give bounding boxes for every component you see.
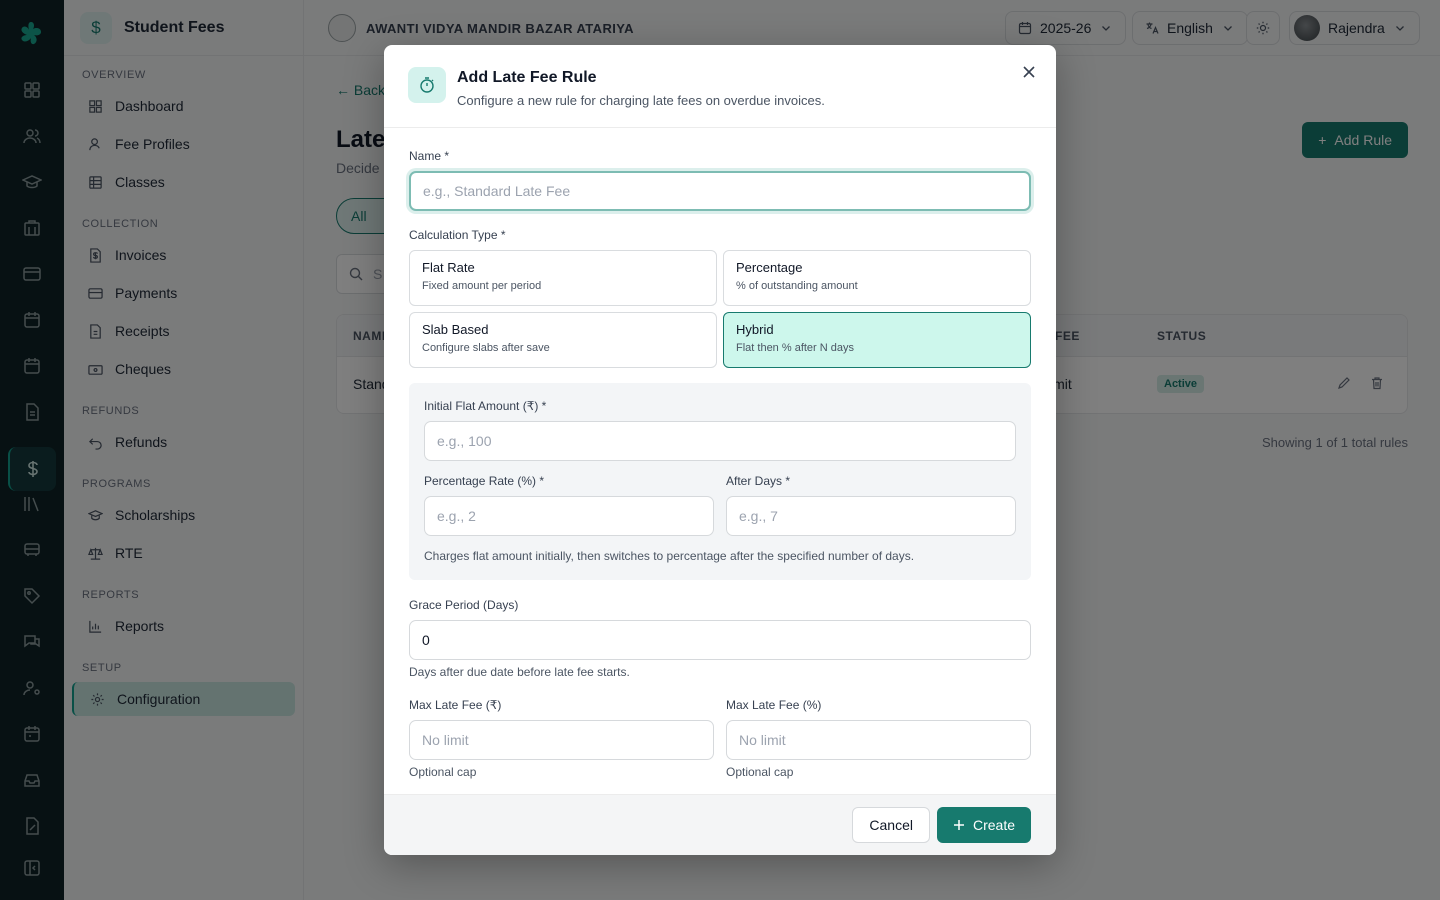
hybrid-settings-panel: Initial Flat Amount (₹) * Percentage Rat… [409, 383, 1031, 580]
option-description: Fixed amount per period [422, 280, 542, 292]
calculation-type-label: Calculation Type * [409, 228, 506, 242]
calc-option-slab-based[interactable]: Slab Based Configure slabs after save [409, 312, 717, 368]
max-late-fee-pct-hint: Optional cap [726, 765, 794, 779]
percentage-rate-field[interactable] [424, 496, 714, 536]
percentage-rate-label: Percentage Rate (%) * [424, 474, 545, 488]
option-title: Slab Based [422, 322, 489, 337]
calc-option-percentage[interactable]: Percentage % of outstanding amount [723, 250, 1031, 306]
max-late-fee-rs-label: Max Late Fee (₹) [409, 698, 502, 712]
option-description: Flat then % after N days [736, 342, 854, 354]
dialog-subtitle: Configure a new rule for charging late f… [457, 93, 825, 108]
option-title: Percentage [736, 260, 803, 275]
dialog-header: Add Late Fee Rule Configure a new rule f… [384, 45, 1056, 128]
cancel-button[interactable]: Cancel [852, 807, 930, 843]
grace-period-label: Grace Period (Days) [409, 598, 519, 612]
initial-flat-amount-label: Initial Flat Amount (₹) * [424, 399, 547, 413]
option-description: Configure slabs after save [422, 342, 550, 354]
dialog-title: Add Late Fee Rule [457, 69, 597, 86]
calc-option-flat-rate[interactable]: Flat Rate Fixed amount per period [409, 250, 717, 306]
grace-period-hint: Days after due date before late fee star… [409, 665, 630, 679]
name-field[interactable] [409, 171, 1031, 211]
max-late-fee-rs-hint: Optional cap [409, 765, 477, 779]
option-title: Hybrid [736, 322, 774, 337]
name-label: Name * [409, 149, 450, 163]
plus-icon [953, 820, 964, 830]
initial-flat-amount-field[interactable] [424, 421, 1016, 461]
create-button-label: Create [972, 817, 1015, 833]
close-icon[interactable] [1018, 61, 1040, 83]
grace-period-field[interactable] [409, 620, 1031, 660]
stopwatch-icon [408, 67, 446, 103]
dialog-footer: Cancel Create [384, 794, 1056, 855]
calc-option-hybrid[interactable]: Hybrid Flat then % after N days [723, 312, 1031, 368]
option-title: Flat Rate [422, 260, 475, 275]
max-late-fee-rs-field[interactable] [409, 720, 714, 760]
hybrid-help-text: Charges flat amount initially, then swit… [424, 549, 915, 563]
after-days-label: After Days * [726, 474, 791, 488]
option-description: % of outstanding amount [736, 280, 858, 292]
max-late-fee-pct-field[interactable] [726, 720, 1031, 760]
max-late-fee-pct-label: Max Late Fee (%) [726, 698, 822, 712]
create-button[interactable]: Create [936, 807, 1031, 843]
after-days-field[interactable] [726, 496, 1016, 536]
add-late-fee-rule-dialog: Add Late Fee Rule Configure a new rule f… [384, 45, 1056, 855]
